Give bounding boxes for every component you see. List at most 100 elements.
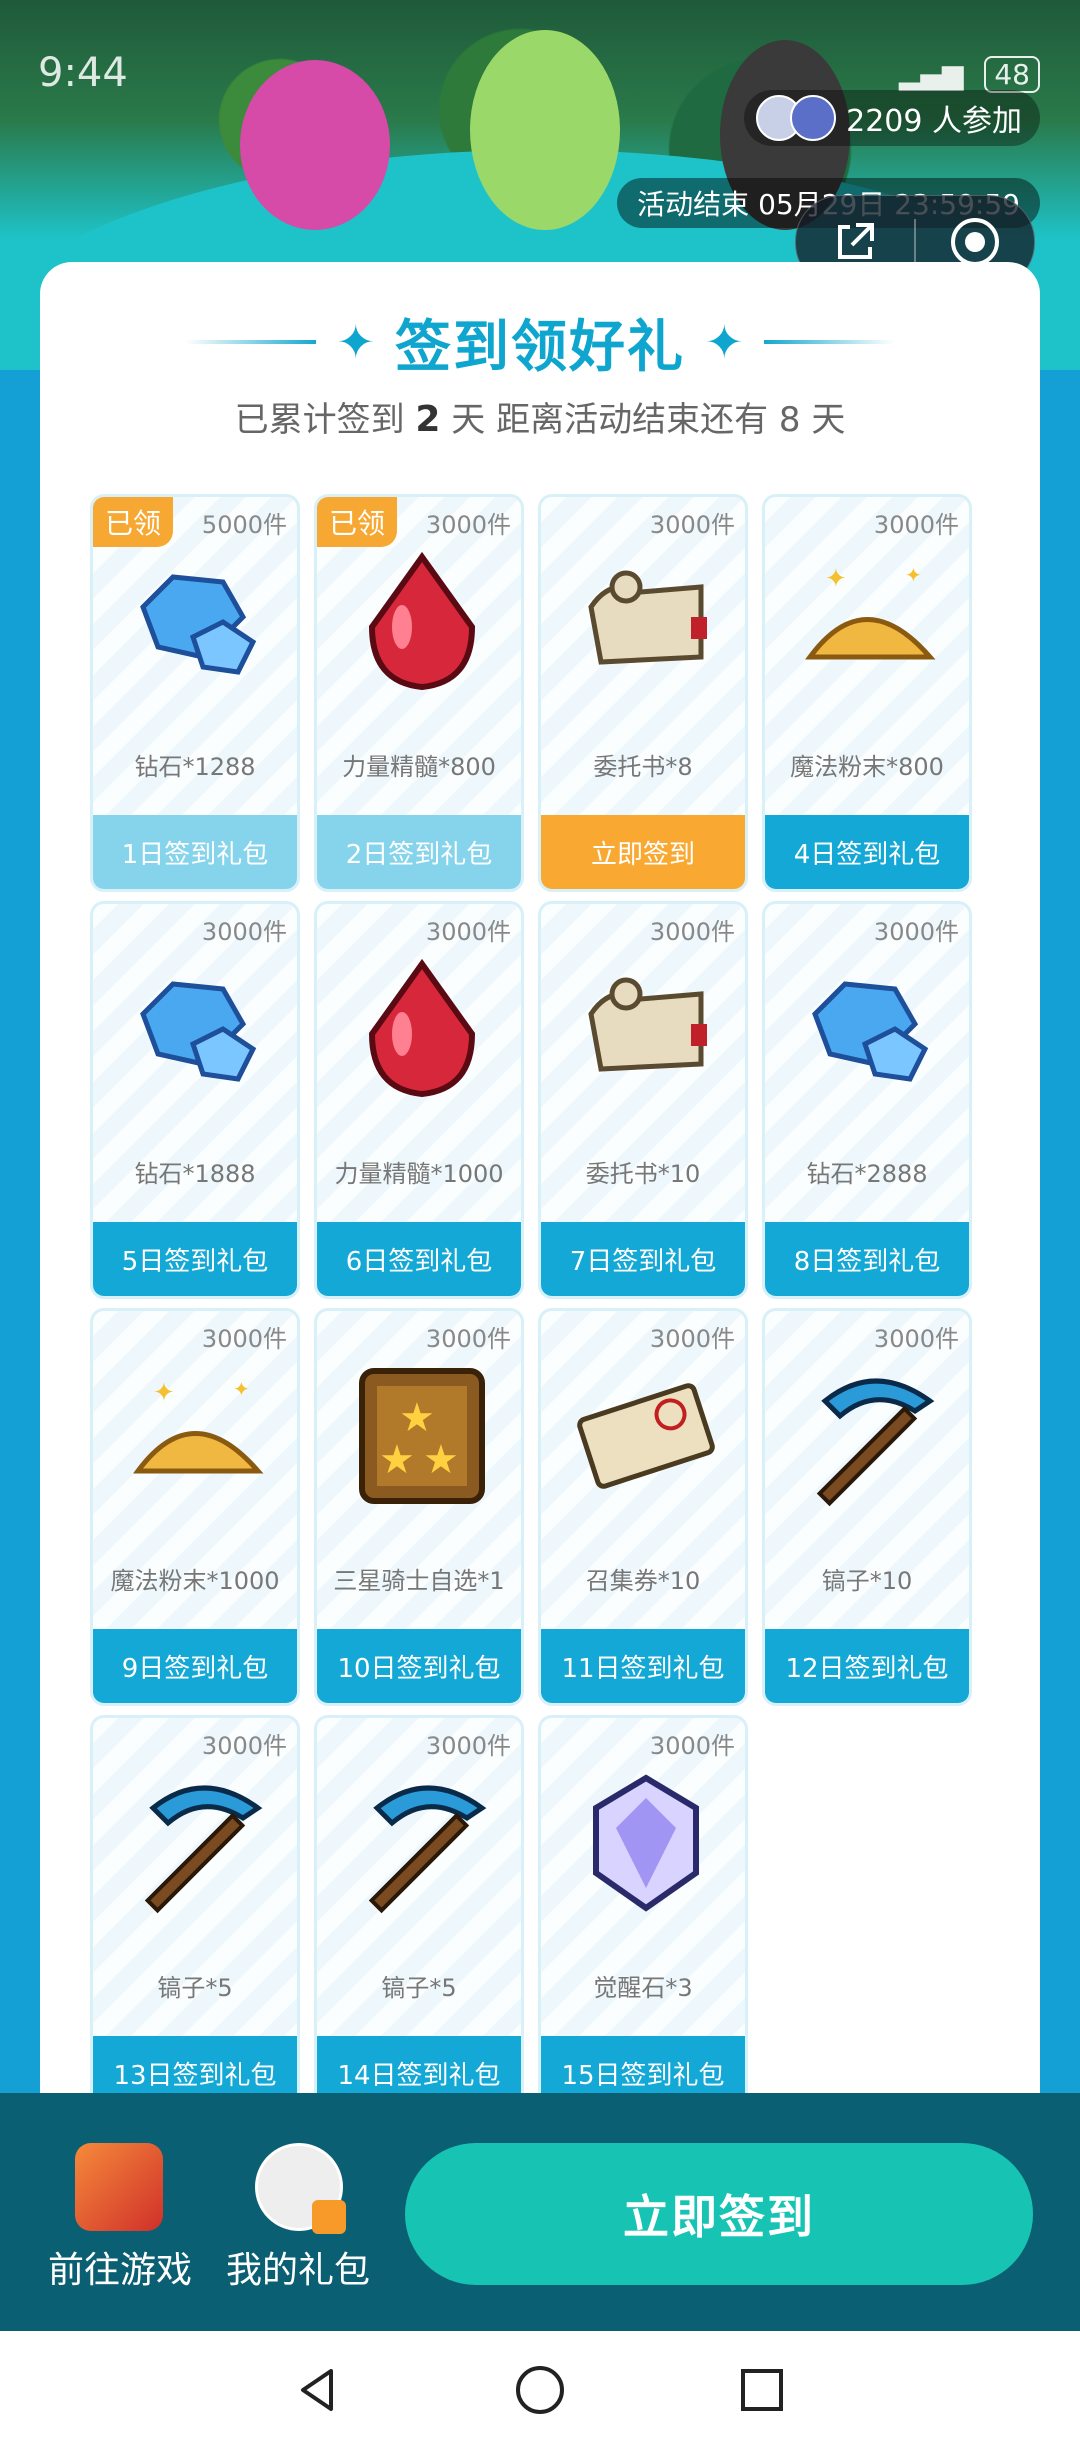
reward-claim-button[interactable]: 2日签到礼包 bbox=[317, 815, 521, 889]
title-row: ✦ 签到领好礼 ✦ bbox=[40, 302, 1040, 382]
reward-quantity: 3000件 bbox=[649, 1732, 735, 1760]
character-green bbox=[470, 30, 620, 230]
reward-quantity: 3000件 bbox=[201, 1325, 287, 1353]
reward-claim-button[interactable]: 8日签到礼包 bbox=[765, 1222, 969, 1296]
reward-quantity: 3000件 bbox=[425, 918, 511, 946]
target-close-icon bbox=[951, 218, 999, 266]
character-pink bbox=[240, 60, 390, 230]
reward-claim-button[interactable]: 11日签到礼包 bbox=[541, 1629, 745, 1703]
reward-claim-button[interactable]: 10日签到礼包 bbox=[317, 1629, 521, 1703]
reward-card[interactable]: 3000件 已领力量精髓*800 2日签到礼包 bbox=[314, 494, 524, 892]
reward-name: 力量精髓*1000 bbox=[334, 1160, 504, 1188]
claimed-badge: 已领 bbox=[93, 497, 173, 547]
recents-icon[interactable] bbox=[737, 2365, 787, 2415]
reward-card[interactable]: 3000件 ✦ ✦ 魔法粉末*1000 9日签到礼包 bbox=[90, 1308, 300, 1706]
sign-in-progress: 已累计签到 2 天 距离活动结束还有 8 天 bbox=[40, 392, 1040, 441]
reward-name: 镐子*5 bbox=[157, 1974, 233, 2002]
progress-prefix: 已累计签到 bbox=[234, 400, 405, 440]
reward-quantity: 3000件 bbox=[873, 1325, 959, 1353]
claimed-badge: 已领 bbox=[317, 497, 397, 547]
progress-mid: 天 距离活动结束还有 bbox=[451, 400, 769, 440]
reward-claim-button[interactable]: 1日签到礼包 bbox=[93, 815, 297, 889]
svg-text:★: ★ bbox=[423, 1437, 459, 1483]
diamond-icon bbox=[795, 954, 945, 1104]
reward-claim-button[interactable]: 9日签到礼包 bbox=[93, 1629, 297, 1703]
reward-claim-button[interactable]: 4日签到礼包 bbox=[765, 815, 969, 889]
gift-icon bbox=[312, 2200, 346, 2234]
reward-quantity: 3000件 bbox=[649, 1325, 735, 1353]
title-divider-left bbox=[186, 340, 317, 344]
my-gifts-label[interactable]: 我的礼包 bbox=[218, 2241, 378, 2293]
home-icon[interactable] bbox=[513, 2363, 567, 2417]
reward-card[interactable]: 3000件镐子*10 12日签到礼包 bbox=[762, 1308, 972, 1706]
reward-claim-button[interactable]: 6日签到礼包 bbox=[317, 1222, 521, 1296]
reward-quantity: 3000件 bbox=[649, 511, 735, 539]
red-gem-icon bbox=[347, 954, 497, 1104]
reward-claim-button[interactable]: 7日签到礼包 bbox=[541, 1222, 745, 1296]
svg-text:★: ★ bbox=[399, 1395, 435, 1441]
pickaxe-icon bbox=[123, 1768, 273, 1918]
reward-card[interactable]: 3000件 ✦ ✦ 魔法粉末*800 4日签到礼包 bbox=[762, 494, 972, 892]
reward-quantity: 3000件 bbox=[425, 1325, 511, 1353]
sign-in-now-button[interactable]: 立即签到 bbox=[405, 2143, 1033, 2285]
reward-claim-button[interactable]: 12日签到礼包 bbox=[765, 1629, 969, 1703]
sign-in-card: ✦ 签到领好礼 ✦ 已累计签到 2 天 距离活动结束还有 8 天 5000件 已领… bbox=[40, 262, 1040, 2113]
status-time: 9:44 bbox=[38, 50, 128, 96]
gold-dust-icon: ✦ ✦ bbox=[795, 547, 945, 697]
status-icons: ▂▄▆ 48 bbox=[899, 56, 1040, 93]
reward-name: 觉醒石*3 bbox=[593, 1974, 693, 2002]
reward-name: 钻石*1288 bbox=[134, 753, 256, 781]
star-badge-icon: ★ ★ ★ bbox=[347, 1361, 497, 1511]
reward-quantity: 3000件 bbox=[873, 511, 959, 539]
participants-count: 2209 人参加 bbox=[846, 104, 1022, 139]
reward-quantity: 3000件 bbox=[873, 918, 959, 946]
reward-card[interactable]: 3000件 ★ ★ ★ 三星骑士自选*1 10日签到礼包 bbox=[314, 1308, 524, 1706]
days-signed: 2 bbox=[415, 399, 441, 440]
reward-claim-button[interactable]: 5日签到礼包 bbox=[93, 1222, 297, 1296]
ticket-icon bbox=[571, 1361, 721, 1511]
gold-dust-icon: ✦ ✦ bbox=[123, 1361, 273, 1511]
reward-name: 魔法粉末*1000 bbox=[110, 1567, 280, 1595]
game-app-icon[interactable] bbox=[75, 2143, 163, 2231]
red-gem-icon bbox=[347, 547, 497, 697]
reward-card[interactable]: 3000件 委托书*10 7日签到礼包 bbox=[538, 901, 748, 1299]
back-icon[interactable] bbox=[293, 2365, 343, 2415]
page-title: 签到领好礼 bbox=[395, 314, 685, 380]
reward-card[interactable]: 3000件 觉醒石*3 15日签到礼包 bbox=[538, 1715, 748, 2113]
reward-claim-button[interactable]: 立即签到 bbox=[541, 815, 745, 889]
scroll-icon bbox=[571, 547, 721, 697]
gift-avatar-icon[interactable] bbox=[255, 2143, 346, 2234]
reward-name: 委托书*8 bbox=[593, 753, 693, 781]
reward-card[interactable]: 3000件力量精髓*1000 6日签到礼包 bbox=[314, 901, 524, 1299]
reward-card[interactable]: 5000件 已领钻石*1288 1日签到礼包 bbox=[90, 494, 300, 892]
svg-text:✦: ✦ bbox=[905, 563, 922, 587]
battery-icon: 48 bbox=[984, 56, 1040, 93]
scroll-icon bbox=[571, 954, 721, 1104]
reward-name: 镐子*10 bbox=[821, 1567, 913, 1595]
reward-quantity: 3000件 bbox=[201, 918, 287, 946]
svg-text:✦: ✦ bbox=[233, 1377, 250, 1401]
reward-card[interactable]: 3000件召集券*10 11日签到礼包 bbox=[538, 1308, 748, 1706]
reward-card[interactable]: 3000件 镐子*5 14日签到礼包 bbox=[314, 1715, 524, 2113]
reward-name: 钻石*2888 bbox=[806, 1160, 928, 1188]
reward-name: 力量精髓*800 bbox=[342, 753, 496, 781]
diamond-icon bbox=[123, 547, 273, 697]
reward-name: 魔法粉末*800 bbox=[790, 753, 944, 781]
reward-card[interactable]: 3000件委托书*8 立即签到 bbox=[538, 494, 748, 892]
event-banner: 9:44 ▂▄▆ 48 2209 人参加 活动结束 05月29日 23:59:5… bbox=[0, 0, 1080, 370]
sparkle-icon: ✦ bbox=[705, 315, 744, 369]
participants-badge: 2209 人参加 bbox=[744, 90, 1040, 146]
reward-quantity: 5000件 bbox=[201, 511, 287, 539]
reward-card[interactable]: 3000件钻石*2888 8日签到礼包 bbox=[762, 901, 972, 1299]
crystal-icon bbox=[571, 1768, 721, 1918]
reward-quantity: 3000件 bbox=[201, 1732, 287, 1760]
reward-quantity: 3000件 bbox=[425, 511, 511, 539]
sparkle-icon: ✦ bbox=[336, 315, 375, 369]
reward-card[interactable]: 3000件钻石*1888 5日签到礼包 bbox=[90, 901, 300, 1299]
reward-name: 召集券*10 bbox=[585, 1567, 701, 1595]
svg-text:✦: ✦ bbox=[825, 564, 847, 594]
reward-name: 钻石*1888 bbox=[134, 1160, 256, 1188]
share-icon bbox=[838, 223, 874, 259]
reward-card[interactable]: 3000件 镐子*5 13日签到礼包 bbox=[90, 1715, 300, 2113]
go-game-label[interactable]: 前往游戏 bbox=[40, 2241, 200, 2293]
